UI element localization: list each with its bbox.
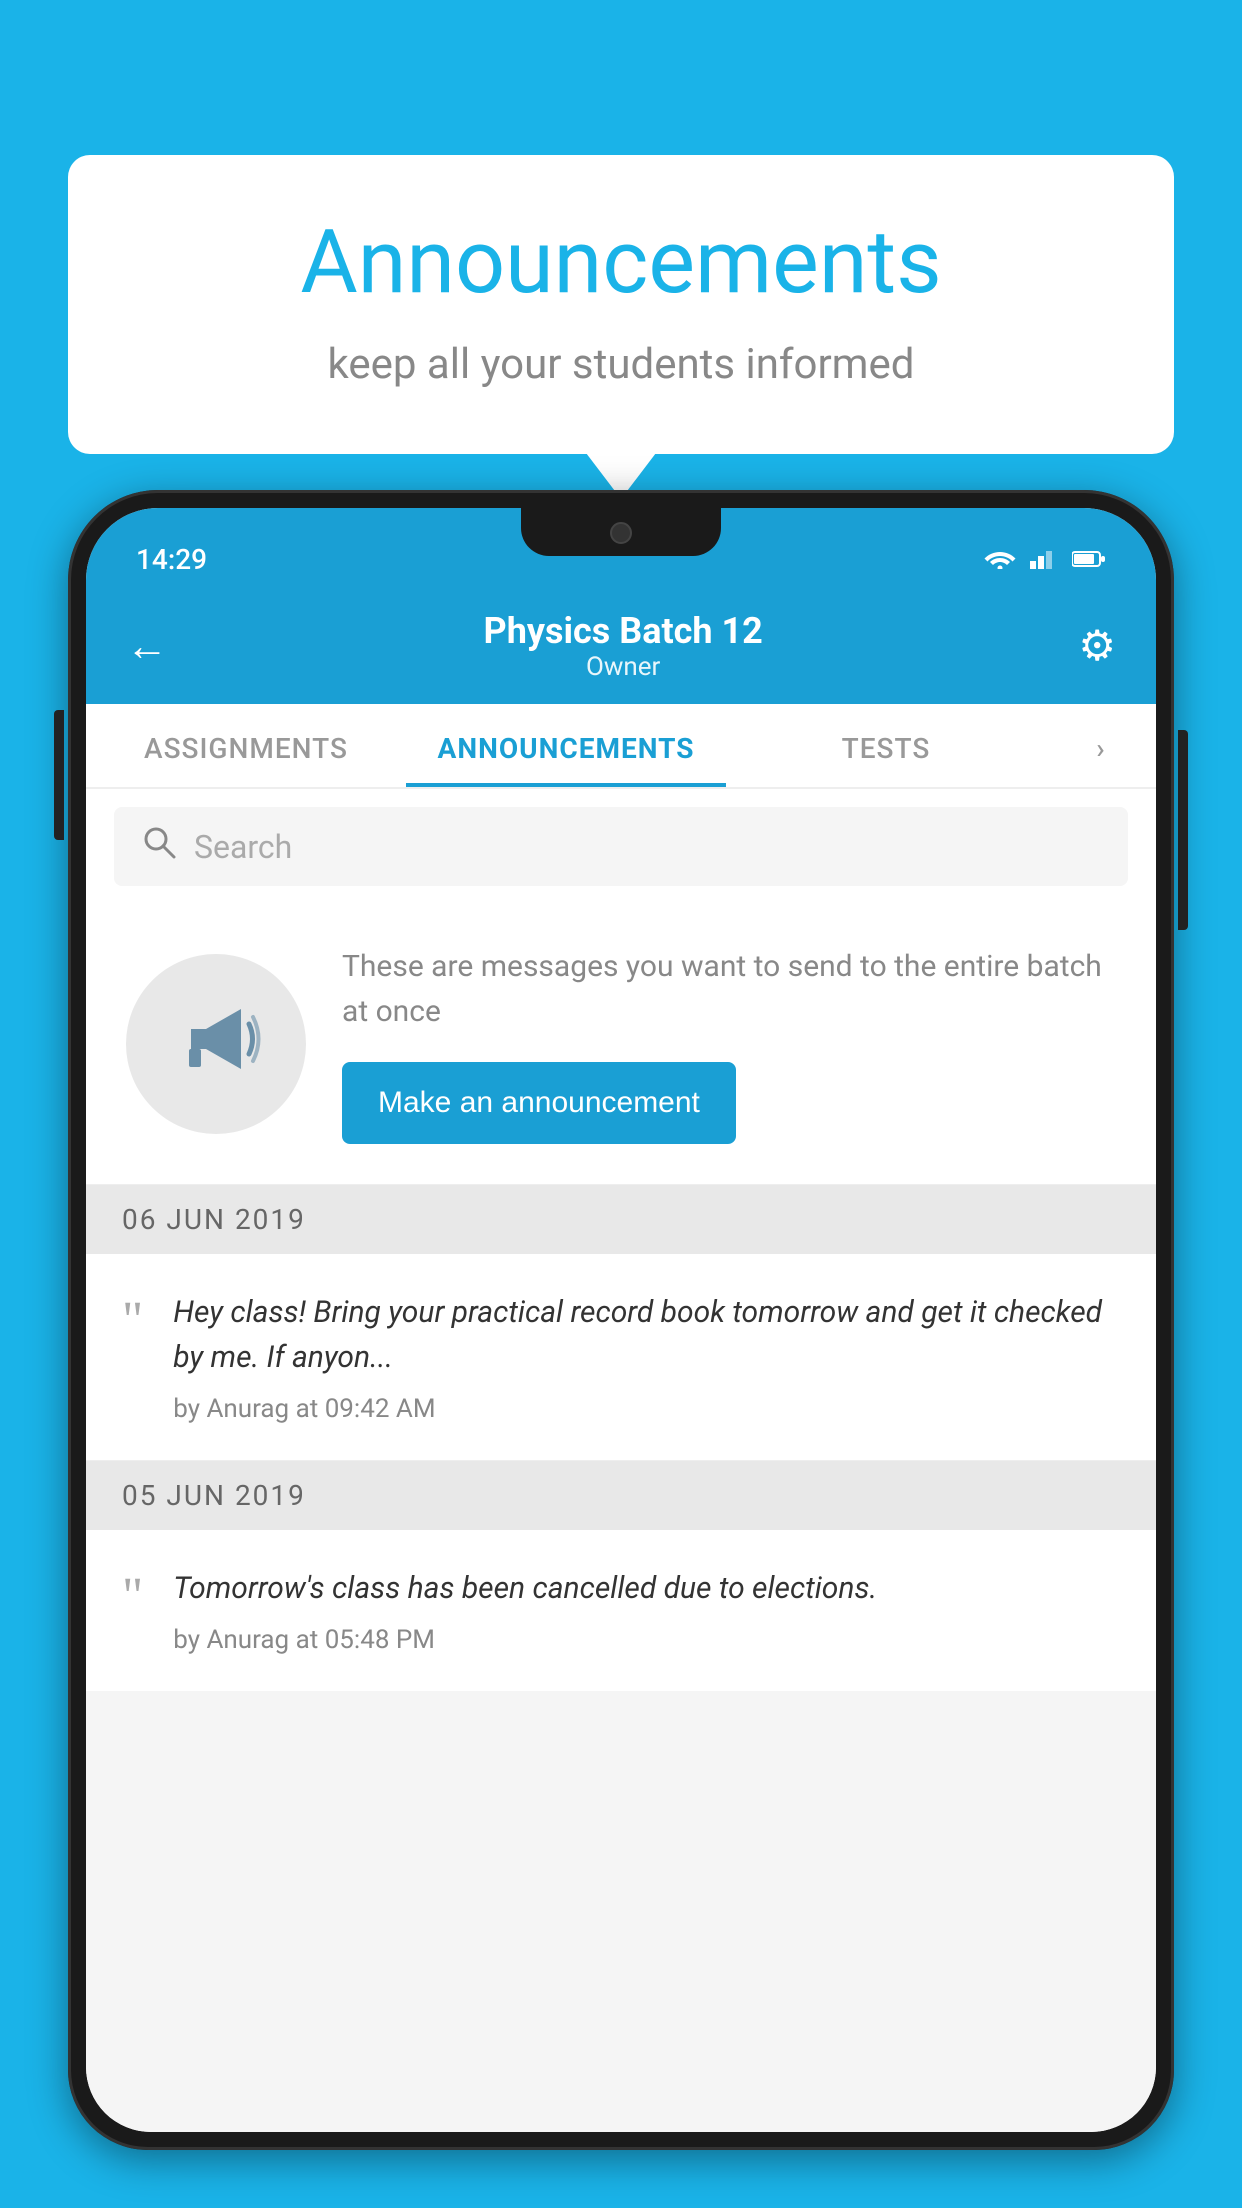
announcement-message-2: Tomorrow's class has been cancelled due … xyxy=(173,1566,1120,1611)
quote-icon-1: " xyxy=(122,1295,143,1347)
battery-icon xyxy=(1072,546,1106,576)
promo-content: These are messages you want to send to t… xyxy=(342,944,1116,1144)
speech-bubble-container: Announcements keep all your students inf… xyxy=(68,155,1174,454)
make-announcement-button[interactable]: Make an announcement xyxy=(342,1062,736,1144)
tab-assignments[interactable]: ASSIGNMENTS xyxy=(86,704,406,787)
announcement-author-1: by Anurag at 09:42 AM xyxy=(173,1394,1120,1424)
app-bar-title: Physics Batch 12 xyxy=(484,610,763,652)
search-container: Search xyxy=(86,789,1156,904)
search-bar[interactable]: Search xyxy=(114,807,1128,886)
status-bar: 14:29 xyxy=(86,508,1156,588)
announcement-item-2[interactable]: " Tomorrow's class has been cancelled du… xyxy=(86,1530,1156,1691)
notch-camera xyxy=(610,522,632,544)
quote-icon-2: " xyxy=(122,1571,143,1623)
announcement-item-1[interactable]: " Hey class! Bring your practical record… xyxy=(86,1254,1156,1461)
back-button[interactable]: ← xyxy=(126,622,168,671)
tabs-bar: ASSIGNMENTS ANNOUNCEMENTS TESTS › xyxy=(86,704,1156,789)
wifi-icon xyxy=(984,546,1016,576)
signal-icon xyxy=(1030,546,1058,576)
tab-more[interactable]: › xyxy=(1046,704,1156,787)
megaphone-icon xyxy=(171,989,261,1099)
speech-bubble: Announcements keep all your students inf… xyxy=(68,155,1174,454)
date-section-2: 05 JUN 2019 xyxy=(86,1461,1156,1530)
date-label-1: 06 JUN 2019 xyxy=(122,1203,306,1236)
tab-tests[interactable]: TESTS xyxy=(726,704,1046,787)
search-icon xyxy=(142,825,176,868)
announcement-text-2: Tomorrow's class has been cancelled due … xyxy=(173,1566,1120,1655)
app-bar: ← Physics Batch 12 Owner ⚙ xyxy=(86,588,1156,704)
tab-announcements[interactable]: ANNOUNCEMENTS xyxy=(406,704,726,787)
announcement-author-2: by Anurag at 05:48 PM xyxy=(173,1625,1120,1655)
phone-outer: 14:29 xyxy=(68,490,1174,2150)
notch xyxy=(521,508,721,556)
promo-description: These are messages you want to send to t… xyxy=(342,944,1116,1034)
speech-bubble-subtitle: keep all your students informed xyxy=(118,340,1124,389)
search-placeholder: Search xyxy=(194,828,292,866)
status-icons xyxy=(984,546,1106,576)
app-bar-center: Physics Batch 12 Owner xyxy=(484,610,763,682)
announcement-text-1: Hey class! Bring your practical record b… xyxy=(173,1290,1120,1424)
promo-card: These are messages you want to send to t… xyxy=(86,904,1156,1185)
gear-icon[interactable]: ⚙ xyxy=(1078,621,1116,671)
app-bar-subtitle: Owner xyxy=(484,652,763,682)
screen-content: Search xyxy=(86,789,1156,2132)
announcement-message-1: Hey class! Bring your practical record b… xyxy=(173,1290,1120,1380)
promo-icon-circle xyxy=(126,954,306,1134)
date-label-2: 05 JUN 2019 xyxy=(122,1479,306,1512)
speech-bubble-title: Announcements xyxy=(118,215,1124,312)
date-section-1: 06 JUN 2019 xyxy=(86,1185,1156,1254)
phone-wrapper: 14:29 xyxy=(68,490,1174,2208)
phone-screen: 14:29 xyxy=(86,508,1156,2132)
